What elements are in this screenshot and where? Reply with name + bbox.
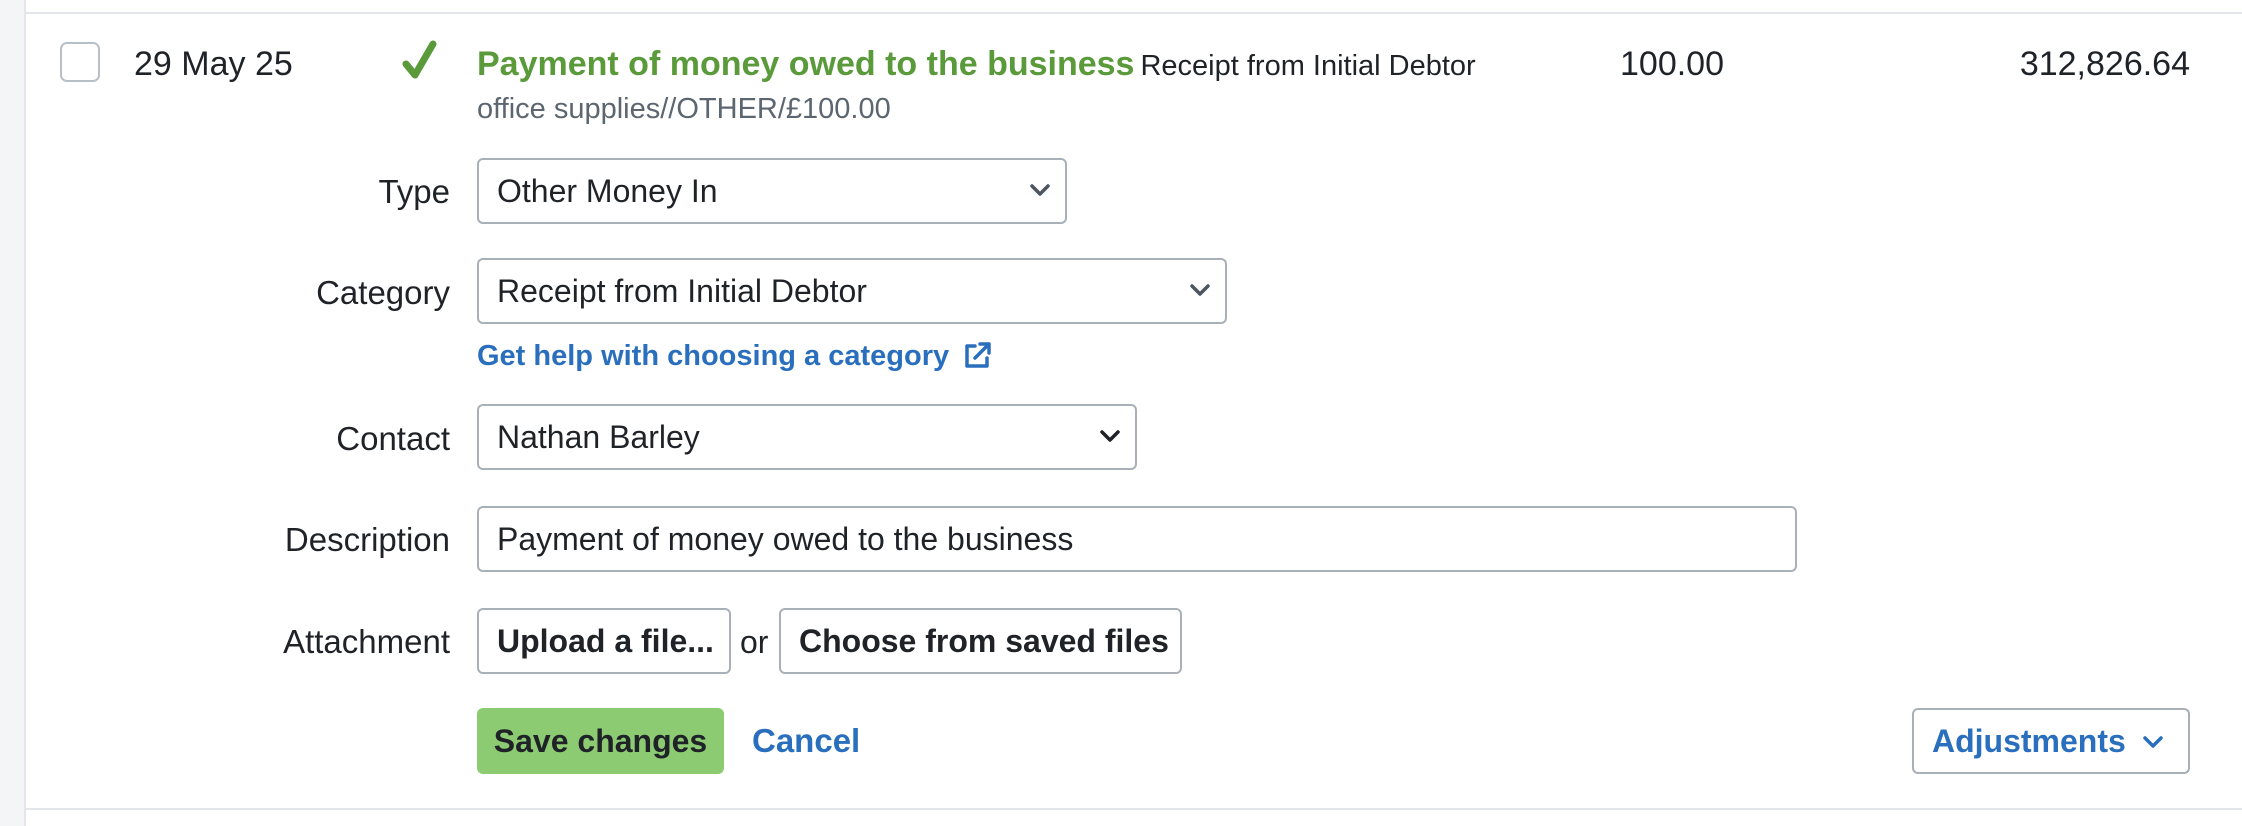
category-select[interactable]: Receipt from Initial Debtor bbox=[477, 258, 1227, 324]
save-changes-button[interactable]: Save changes bbox=[477, 708, 724, 774]
category-label: Category bbox=[316, 274, 450, 311]
upload-file-button[interactable]: Upload a file... bbox=[477, 608, 731, 674]
description-input-value: Payment of money owed to the business bbox=[497, 521, 1074, 557]
category-select-value: Receipt from Initial Debtor bbox=[497, 273, 867, 309]
category-help-link[interactable]: Get help with choosing a category bbox=[477, 336, 993, 376]
choose-saved-files-button[interactable]: Choose from saved files bbox=[779, 608, 1182, 674]
chevron-down-icon bbox=[1030, 184, 1050, 196]
attachment-label: Attachment bbox=[283, 623, 450, 660]
transaction-reference: office supplies//OTHER/£100.00 bbox=[477, 93, 891, 125]
transaction-category-summary: Receipt from Initial Debtor bbox=[1140, 50, 1476, 82]
type-label: Type bbox=[378, 173, 450, 210]
contact-select-value: Nathan Barley bbox=[497, 419, 700, 455]
row-divider-top bbox=[24, 12, 2242, 14]
transaction-description-title[interactable]: Payment of money owed to the business bbox=[477, 45, 1134, 83]
cancel-link[interactable]: Cancel bbox=[752, 720, 860, 762]
type-select-value: Other Money In bbox=[497, 173, 718, 209]
transaction-date: 29 May 25 bbox=[134, 45, 293, 83]
adjustments-label: Adjustments bbox=[1932, 723, 2126, 759]
description-label: Description bbox=[284, 521, 450, 558]
running-balance: 312,826.64 bbox=[2019, 45, 2190, 83]
row-divider-bottom bbox=[24, 808, 2242, 810]
contact-label: Contact bbox=[336, 420, 450, 457]
external-link-icon bbox=[965, 342, 991, 368]
row-select-checkbox[interactable] bbox=[60, 42, 100, 82]
or-separator: or bbox=[740, 624, 769, 660]
description-input[interactable]: Payment of money owed to the business bbox=[477, 506, 1797, 572]
category-help-link-text: Get help with choosing a category bbox=[477, 340, 950, 372]
checkmark-icon bbox=[402, 40, 437, 79]
transaction-title: Payment of money owed to the business Rec… bbox=[477, 44, 1476, 91]
chevron-down-icon bbox=[1100, 430, 1120, 442]
type-select[interactable]: Other Money In bbox=[477, 158, 1067, 224]
contact-select[interactable]: Nathan Barley bbox=[477, 404, 1137, 470]
adjustments-dropdown-button[interactable]: Adjustments bbox=[1912, 708, 2190, 774]
transaction-amount: 100.00 bbox=[1620, 45, 1724, 83]
chevron-down-icon bbox=[2143, 736, 2163, 748]
chevron-down-icon bbox=[1190, 284, 1210, 296]
